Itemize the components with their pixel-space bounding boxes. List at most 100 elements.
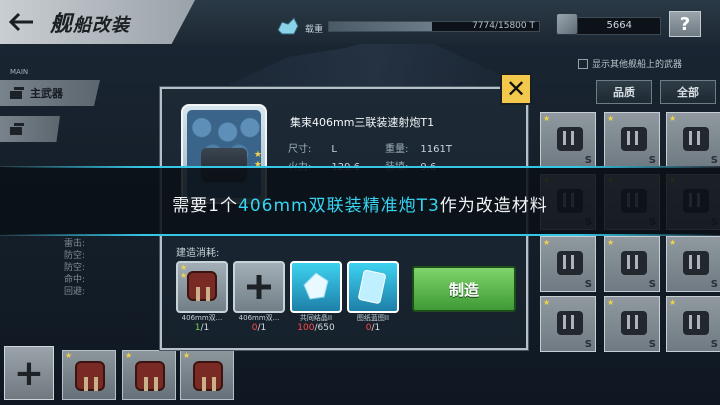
material-label: 406mm双... bbox=[238, 314, 280, 322]
rank-label: S bbox=[584, 339, 592, 350]
gun-icon bbox=[557, 311, 583, 335]
show-other-label: 显示其他舰船上的武器 bbox=[592, 60, 683, 70]
equipment-name: 集束406mm三联装速射炮T1 bbox=[290, 116, 435, 129]
material-have: 0 bbox=[251, 323, 258, 333]
gun-icon bbox=[621, 251, 647, 275]
back-button[interactable] bbox=[6, 6, 38, 38]
blueprint-icon bbox=[358, 269, 386, 304]
equipment-grid-cell[interactable]: ★S bbox=[604, 112, 660, 168]
equipment-grid-cell[interactable]: ★S bbox=[540, 112, 596, 168]
build-button[interactable]: 制造 bbox=[412, 266, 516, 312]
material-need: 1 bbox=[374, 323, 381, 333]
equipment-grid-cell[interactable]: ★S bbox=[540, 296, 596, 352]
rank-label: S bbox=[710, 279, 718, 290]
equipped-slot[interactable]: ★ bbox=[122, 350, 176, 400]
material-slot-2[interactable] bbox=[233, 261, 285, 313]
gun-icon bbox=[557, 251, 583, 275]
star-icon: ★ bbox=[669, 238, 677, 247]
star-icon: ★ bbox=[669, 298, 677, 307]
stat-value: L bbox=[331, 144, 337, 155]
ship-load-icon bbox=[277, 17, 299, 35]
load-bar-fill bbox=[329, 22, 432, 31]
help-button[interactable]: ? bbox=[669, 11, 701, 37]
back-arrow-icon bbox=[9, 12, 33, 32]
material-count: 1/1 bbox=[194, 323, 210, 333]
material-have: 1 bbox=[194, 323, 201, 333]
gun-icon bbox=[683, 251, 709, 275]
sidebar-item-main-weapon[interactable]: 主武器 bbox=[0, 80, 100, 106]
rank-label: S bbox=[584, 279, 592, 290]
material-slot-4[interactable] bbox=[347, 261, 399, 313]
stat-line: 防空: bbox=[64, 263, 86, 273]
material-slot-3[interactable] bbox=[290, 261, 342, 313]
gun-icon bbox=[683, 127, 709, 151]
gun-icon bbox=[683, 311, 709, 335]
filter-all-button[interactable]: 全部 bbox=[660, 80, 716, 104]
sidebar-item-label: 主武器 bbox=[30, 87, 63, 100]
ship-stats-list: 雷击: 防空: 防空: 命中: 回避: bbox=[64, 238, 154, 298]
gun-icon bbox=[621, 127, 647, 151]
turret-icon bbox=[10, 123, 24, 135]
equipment-grid-cell[interactable]: ★S bbox=[666, 296, 720, 352]
star-icon: ★ bbox=[183, 351, 191, 360]
rank-label: S bbox=[648, 339, 656, 350]
star-icon: ★ bbox=[607, 114, 615, 123]
top-bar: 舰船改装 载重 7774/15800 T 5664 ? bbox=[0, 0, 720, 44]
rank-label: S bbox=[584, 155, 592, 166]
banner-pre: 需要1个 bbox=[172, 196, 239, 216]
close-button[interactable]: ✕ bbox=[500, 73, 532, 105]
build-cost-label: 建造消耗: bbox=[176, 248, 220, 259]
equipment-grid-cell[interactable]: ★S bbox=[666, 112, 720, 168]
page-title: 舰船改装 bbox=[50, 6, 130, 38]
stat-line: 命中: bbox=[64, 275, 86, 285]
material-count: 0/1 bbox=[365, 323, 381, 333]
star-icon: ★ bbox=[125, 351, 133, 360]
currency-icon bbox=[556, 13, 578, 35]
load-label: 载重 bbox=[305, 25, 324, 35]
title-rest: 船改装 bbox=[73, 15, 131, 36]
stat-line: 回避: bbox=[64, 287, 86, 297]
add-slot-button[interactable]: + bbox=[4, 346, 54, 400]
star-icon: ★ bbox=[65, 351, 73, 360]
stat-line: 防空: bbox=[64, 251, 86, 261]
material-label: 共同结晶II bbox=[299, 314, 333, 322]
equipment-grid-cell[interactable]: ★S bbox=[604, 296, 660, 352]
currency-value: 5664 bbox=[606, 20, 632, 31]
equipment-grid-cell[interactable]: ★S bbox=[540, 236, 596, 292]
main-tag: MAIN bbox=[10, 68, 29, 76]
star-icon: ★ bbox=[543, 298, 551, 307]
rank-label: S bbox=[710, 339, 718, 350]
material-label: 406mm双... bbox=[181, 314, 223, 322]
star-icon: ★ bbox=[669, 114, 677, 123]
material-need: 1 bbox=[203, 323, 210, 333]
turret-icon bbox=[193, 361, 223, 391]
equipment-grid-cell[interactable]: ★S bbox=[604, 236, 660, 292]
star-icon: ★ bbox=[543, 238, 551, 247]
equipped-slot[interactable]: ★ bbox=[62, 350, 116, 400]
material-slot-1[interactable]: ★ ★ bbox=[176, 261, 228, 313]
requirement-text: 需要1个406mm双联装精准炮T3作为改造材料 bbox=[0, 191, 720, 216]
material-count: 0/1 bbox=[251, 323, 267, 333]
sort-quality-button[interactable]: 品质 bbox=[596, 80, 652, 104]
equipment-grid-cell[interactable]: ★S bbox=[666, 236, 720, 292]
sidebar-item-secondary[interactable] bbox=[0, 116, 60, 142]
checkbox[interactable] bbox=[578, 58, 588, 69]
material-count: 100/650 bbox=[297, 323, 335, 333]
plus-icon bbox=[247, 275, 271, 299]
stat-line: 雷击: bbox=[64, 239, 86, 249]
stat-weight: 重量: 1161T bbox=[385, 140, 452, 155]
crystal-icon bbox=[303, 272, 329, 300]
banner-highlight: 406mm双联装精准炮T3 bbox=[238, 196, 440, 216]
equipped-slot[interactable]: ★ bbox=[180, 350, 234, 400]
gun-icon bbox=[557, 127, 583, 151]
gun-icon bbox=[621, 311, 647, 335]
load-text: 7774/15800 T bbox=[472, 21, 535, 31]
star-icon: ★ bbox=[607, 238, 615, 247]
stat-value: 1161T bbox=[420, 144, 452, 155]
stat-key: 尺寸: bbox=[288, 144, 312, 155]
requirement-banner: 需要1个406mm双联装精准炮T3作为改造材料 bbox=[0, 166, 720, 236]
turret-icon bbox=[135, 361, 165, 391]
show-other-ships-toggle[interactable]: 显示其他舰船上的武器 bbox=[578, 57, 682, 70]
title-main: 舰 bbox=[50, 11, 74, 37]
material-have: 0 bbox=[365, 323, 372, 333]
